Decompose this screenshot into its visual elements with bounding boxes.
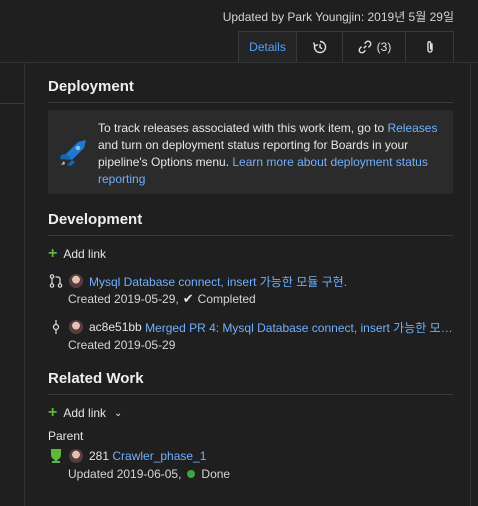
details-panel: Deployment To track releases associated … (48, 62, 453, 482)
parent-id: 281 (89, 449, 110, 463)
development-add-link-button[interactable]: + Add link (48, 245, 453, 262)
right-pane-divider (470, 62, 471, 506)
trophy-icon (48, 448, 64, 464)
parent-state-text: Done (201, 467, 231, 481)
pr-created-text: Created 2019-05-29, (68, 292, 179, 306)
done-status-dot (187, 470, 196, 478)
development-item-pr: Mysql Database connect, insert 가능한 모듈 구현… (48, 273, 453, 307)
commit-icon (48, 319, 64, 335)
tab-history[interactable] (297, 31, 343, 62)
releases-link[interactable]: Releases (387, 121, 437, 135)
deployment-title: Deployment (48, 78, 453, 103)
tab-attachments[interactable] (406, 31, 454, 62)
parent-updated-text: Updated 2019-06-05, (68, 467, 182, 481)
parent-name-link[interactable]: Crawler_phase_1 (112, 449, 206, 463)
link-icon (358, 40, 372, 54)
commit-created-text: Created 2019-05-29 (68, 338, 176, 352)
add-link-label: Add link (63, 406, 107, 420)
related-add-link-button[interactable]: + Add link ⌄ (48, 404, 453, 421)
plus-icon: + (48, 245, 58, 262)
add-link-label: Add link (63, 247, 107, 261)
tab-bar: Details (3) (238, 31, 454, 62)
commit-hash: ac8e51bb (89, 320, 142, 334)
related-work-title: Related Work (48, 370, 453, 395)
pipelines-icon (60, 140, 86, 166)
avatar (69, 320, 83, 334)
updated-by-text: Updated by Park Youngjin: 2019년 5월 29일 (222, 10, 454, 24)
pr-title-link[interactable]: Mysql Database connect, insert 가능한 모듈 구현… (89, 273, 347, 290)
paperclip-icon (426, 41, 433, 53)
development-title: Development (48, 211, 453, 236)
links-count: (3) (376, 40, 392, 54)
development-item-commit: ac8e51bb Merged PR 4: Mysql Database con… (48, 319, 453, 353)
pr-status-text: Completed (197, 292, 256, 306)
tab-details[interactable]: Details (238, 31, 297, 62)
pull-request-icon (48, 273, 64, 289)
avatar (69, 449, 83, 463)
plus-icon: + (48, 404, 58, 421)
parent-item: 281 Crawler_phase_1 Updated 2019-06-05, … (48, 448, 453, 482)
tab-links[interactable]: (3) (343, 31, 406, 62)
deployment-text: To track releases associated with this w… (98, 120, 445, 188)
history-icon (312, 40, 326, 54)
parent-label: Parent (48, 429, 84, 443)
commit-title-link[interactable]: Merged PR 4: Mysql Database connect, ins… (145, 319, 453, 336)
chevron-down-icon: ⌄ (114, 407, 123, 419)
left-pane-line (0, 103, 24, 104)
avatar (69, 274, 83, 288)
deployment-text-part1: To track releases associated with this w… (98, 121, 388, 135)
deployment-info-box: To track releases associated with this w… (48, 110, 453, 194)
checkmark-icon: ✔ (182, 291, 194, 306)
left-pane-divider (24, 62, 25, 506)
